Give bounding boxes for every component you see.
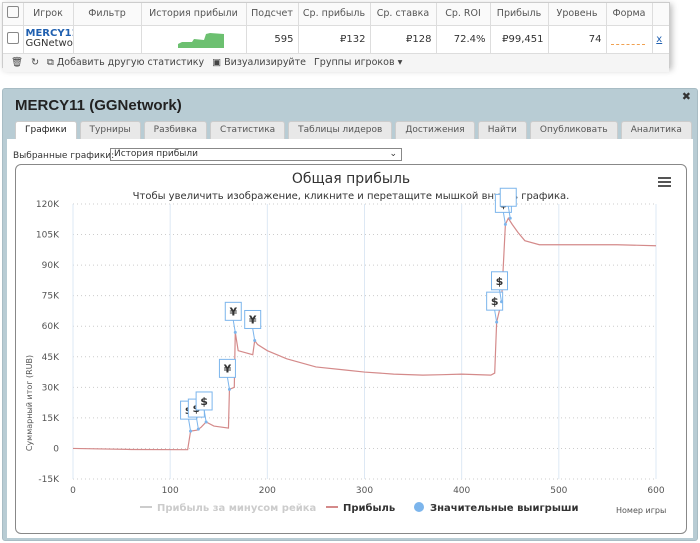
avg-stake-cell: ₽128 <box>370 25 437 54</box>
selected-graphs-label: Выбранные графики: <box>13 151 115 161</box>
svg-text:$: $ <box>491 295 499 308</box>
x-tick-label: 0 <box>70 486 76 496</box>
select-all-checkbox[interactable] <box>3 3 24 26</box>
y-tick-label: 105K <box>36 231 60 241</box>
svg-text:Прибыль: Прибыль <box>343 502 395 514</box>
header-player[interactable]: Игрок <box>23 3 74 26</box>
dialog-tabs: Графики Турниры Разбивка Статистика Табл… <box>15 121 692 140</box>
legend-item-rake[interactable]: Прибыль за минусом рейка <box>140 502 316 514</box>
tab-publish[interactable]: Опубликовать <box>529 121 618 139</box>
legend: Прибыль за минусом рейка Прибыль Значите… <box>140 502 579 514</box>
y-tick-label: 0 <box>53 444 59 454</box>
x-tick-label: 500 <box>550 486 567 496</box>
count-cell: 595 <box>246 25 299 54</box>
table-header-row: Игрок Фильтр История прибыли Подсчет Ср.… <box>3 3 669 26</box>
y-tick-label: 60K <box>42 322 60 332</box>
y-axis-label: Суммарный итог (RUB) <box>25 355 34 451</box>
big-win-marker: ¥ <box>218 358 236 391</box>
remove-player-link[interactable]: x <box>652 25 669 54</box>
svg-text:Прибыль за минусом рейка: Прибыль за минусом рейка <box>157 502 316 514</box>
visualize-button[interactable]: ▣ Визуализируйте <box>212 57 306 68</box>
svg-text:¥: ¥ <box>229 305 237 318</box>
tab-graphs[interactable]: Графики <box>15 121 77 140</box>
chart-title: Общая прибыль <box>292 171 410 187</box>
refresh-icon[interactable]: ↻ <box>31 57 39 68</box>
header-avg-stake[interactable]: Ср. ставка <box>370 3 437 26</box>
header-profit-history[interactable]: История прибыли <box>141 3 247 26</box>
svg-text:¥: ¥ <box>224 362 232 375</box>
table-toolbar: 🗑 ↻ ⧉ Добавить другую статистику ▣ Визуа… <box>3 53 669 72</box>
x-axis-label: Номер игры <box>616 506 666 515</box>
header-count[interactable]: Подсчет <box>246 3 299 26</box>
avg-roi-cell: 72.4% <box>436 25 491 54</box>
header-filter[interactable]: Фильтр <box>73 3 142 26</box>
profit-chart[interactable]: Общая прибыль Чтобы увеличить изображени… <box>16 165 686 533</box>
x-tick-label: 600 <box>647 486 664 496</box>
tab-leaderboards[interactable]: Таблицы лидеров <box>288 121 393 139</box>
svg-text:$: $ <box>496 275 504 288</box>
dialog-title: MERCY11 (GGNetwork) <box>15 97 182 114</box>
header-avg-profit[interactable]: Ср. прибыль <box>298 3 371 26</box>
tab-achievements[interactable]: Достижения <box>395 121 475 139</box>
x-tick-label: 300 <box>356 486 373 496</box>
svg-text:Значительные выигрыши: Значительные выигрыши <box>430 503 579 514</box>
svg-text:¥: ¥ <box>249 313 257 326</box>
big-win-marker <box>499 187 517 220</box>
x-tick-label: 100 <box>162 486 179 496</box>
legend-item-profit[interactable]: Прибыль <box>326 502 395 514</box>
tab-breakdown[interactable]: Разбивка <box>143 121 208 139</box>
header-profit[interactable]: Прибыль <box>490 3 549 26</box>
y-tick-label: -15K <box>38 475 60 485</box>
big-win-marker: ¥ <box>224 301 242 334</box>
profit-cell: ₽99,451 <box>490 25 549 54</box>
level-cell: 74 <box>548 25 607 54</box>
y-tick-label: 75K <box>42 292 60 302</box>
player-dialog: MERCY11 (GGNetwork) ✖ Графики Турниры Ра… <box>2 88 698 541</box>
tab-analytics[interactable]: Аналитика <box>620 121 692 139</box>
x-tick-label: 400 <box>453 486 470 496</box>
tab-find[interactable]: Найти <box>477 121 527 139</box>
x-tick-label: 200 <box>259 486 276 496</box>
big-win-marker: ¥ <box>244 309 262 342</box>
tab-tournaments[interactable]: Турниры <box>79 121 141 139</box>
avg-profit-cell: ₽132 <box>298 25 371 54</box>
row-checkbox[interactable] <box>3 25 24 54</box>
graph-select[interactable]: История прибыли ⌄ <box>110 148 402 161</box>
header-avg-roi[interactable]: Ср. ROI <box>436 3 491 26</box>
y-tick-label: 120K <box>36 200 60 210</box>
y-tick-label: 30K <box>42 383 60 393</box>
y-tick-label: 90K <box>42 261 60 271</box>
close-icon[interactable]: ✖ <box>682 90 691 103</box>
svg-text:$: $ <box>200 395 208 408</box>
big-win-marker: $ <box>195 391 213 424</box>
form-sparkline <box>606 25 653 54</box>
table-row: MERCY11 GGNetwork 595 ₽132 ₽128 72.4% ₽9… <box>3 25 669 54</box>
legend-item-big-wins[interactable]: Значительные выигрыши <box>414 502 579 514</box>
player-groups-dropdown[interactable]: Группы игроков ▾ <box>314 57 402 68</box>
chevron-down-icon: ⌄ <box>389 149 397 159</box>
trash-icon[interactable]: 🗑 <box>11 57 23 68</box>
tab-statistics[interactable]: Статистика <box>210 121 286 139</box>
chart-container[interactable]: Общая прибыль Чтобы увеличить изображени… <box>15 164 687 534</box>
player-stats-table: Игрок Фильтр История прибыли Подсчет Ср.… <box>2 2 670 72</box>
y-tick-label: 15K <box>42 414 60 424</box>
profit-sparkline <box>141 25 247 54</box>
header-form[interactable]: Форма <box>606 3 653 26</box>
player-network: GGNetwork <box>25 38 73 49</box>
graphs-panel: Выбранные графики: История прибыли ⌄ Обща… <box>7 139 693 538</box>
header-level[interactable]: Уровень <box>548 3 607 26</box>
add-stat-button[interactable]: ⧉ Добавить другую статистику <box>47 57 204 68</box>
menu-icon[interactable] <box>658 177 671 187</box>
y-tick-label: 45K <box>42 353 60 363</box>
